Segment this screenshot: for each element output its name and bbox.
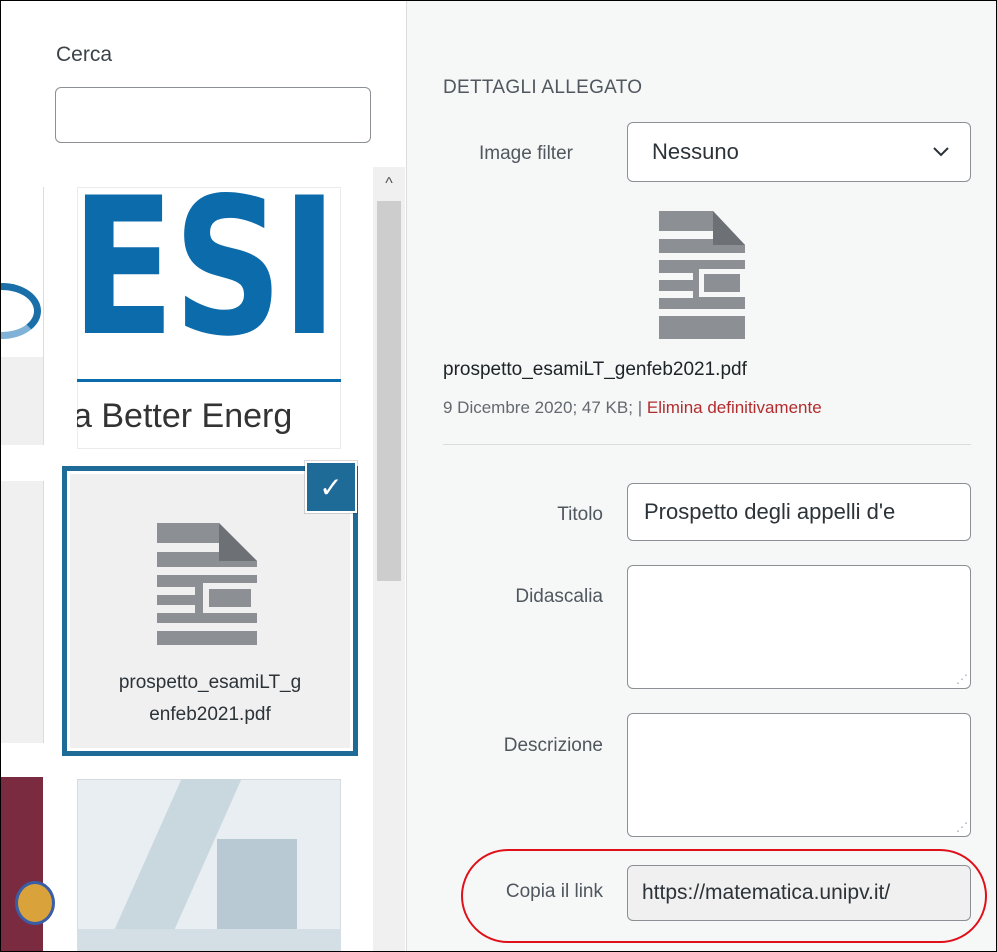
description-textarea[interactable]: ⋰ [627,713,971,837]
attachment-thumbnail[interactable] [1,481,44,743]
details-heading: DETTAGLI ALLEGATO [443,77,643,98]
image-filter-value: Nessuno [652,139,739,164]
attachment-filename: prospetto_esamiLT_genfeb2021.pdf [443,359,747,380]
attachment-details-panel: DETTAGLI ALLEGATO Image filter Nessuno p… [406,1,996,951]
caption-label: Didascalia [515,586,603,607]
chevron-down-icon [932,123,950,204]
scroll-thumb[interactable] [377,201,401,581]
image-filter-label: Image filter [479,143,573,164]
checkmark-icon[interactable]: ✓ [307,463,355,511]
title-field[interactable]: Prospetto degli appelli d'e [627,483,971,541]
attachment-item-esi[interactable]: ESI a Better Energ [77,187,341,449]
copy-link-label: Copia il link [505,881,603,902]
image-filter-select[interactable]: Nessuno [627,122,971,182]
scroll-up-arrow-icon[interactable]: ^ [373,175,405,197]
caption-textarea[interactable]: ⋰ [627,565,971,689]
description-label: Descrizione [503,735,603,756]
attachment-grid: ESI a Better Energ prospetto_esamiLT_g e… [43,167,406,951]
delete-permanently-link[interactable]: Elimina definitivamente [647,398,822,417]
logo-divider [77,379,341,382]
scrollbar[interactable]: ^ [373,167,405,951]
copy-link-field[interactable]: https://matematica.unipv.it/ [627,865,971,921]
file-size: 47 KB; [581,398,633,417]
attachment-filename: prospetto_esamiLT_g enfeb2021.pdf [118,672,302,725]
esi-logo: ESI [77,187,338,378]
divider [443,444,971,445]
title-label: Titolo [557,504,603,525]
attachment-item-selected[interactable]: prospetto_esamiLT_g enfeb2021.pdf [67,471,353,751]
meta-separator: | [637,398,643,417]
attachment-thumbnail[interactable] [1,777,55,951]
search-label: Cerca [56,43,113,66]
resize-grip-icon[interactable]: ⋰ [956,672,968,686]
media-library-panel: Cerca ESI a Better Energ prospetto_esami… [1,1,406,951]
search-input[interactable] [55,87,371,143]
media-modal: Cerca ESI a Better Energ prospetto_esami… [0,0,997,952]
attachment-thumbnail[interactable] [1,187,44,445]
attachment-item[interactable] [77,779,341,951]
logo-tagline: a Better Energ [77,397,293,435]
attachment-meta: 9 Dicembre 2020; 47 KB; | Elimina defini… [443,398,822,418]
document-icon [157,523,257,645]
thumbnail-shape [77,929,341,951]
attachment-column-partial [1,187,55,951]
document-icon [659,211,745,339]
resize-grip-icon[interactable]: ⋰ [956,820,968,834]
upload-date: 9 Dicembre 2020; [443,398,578,417]
